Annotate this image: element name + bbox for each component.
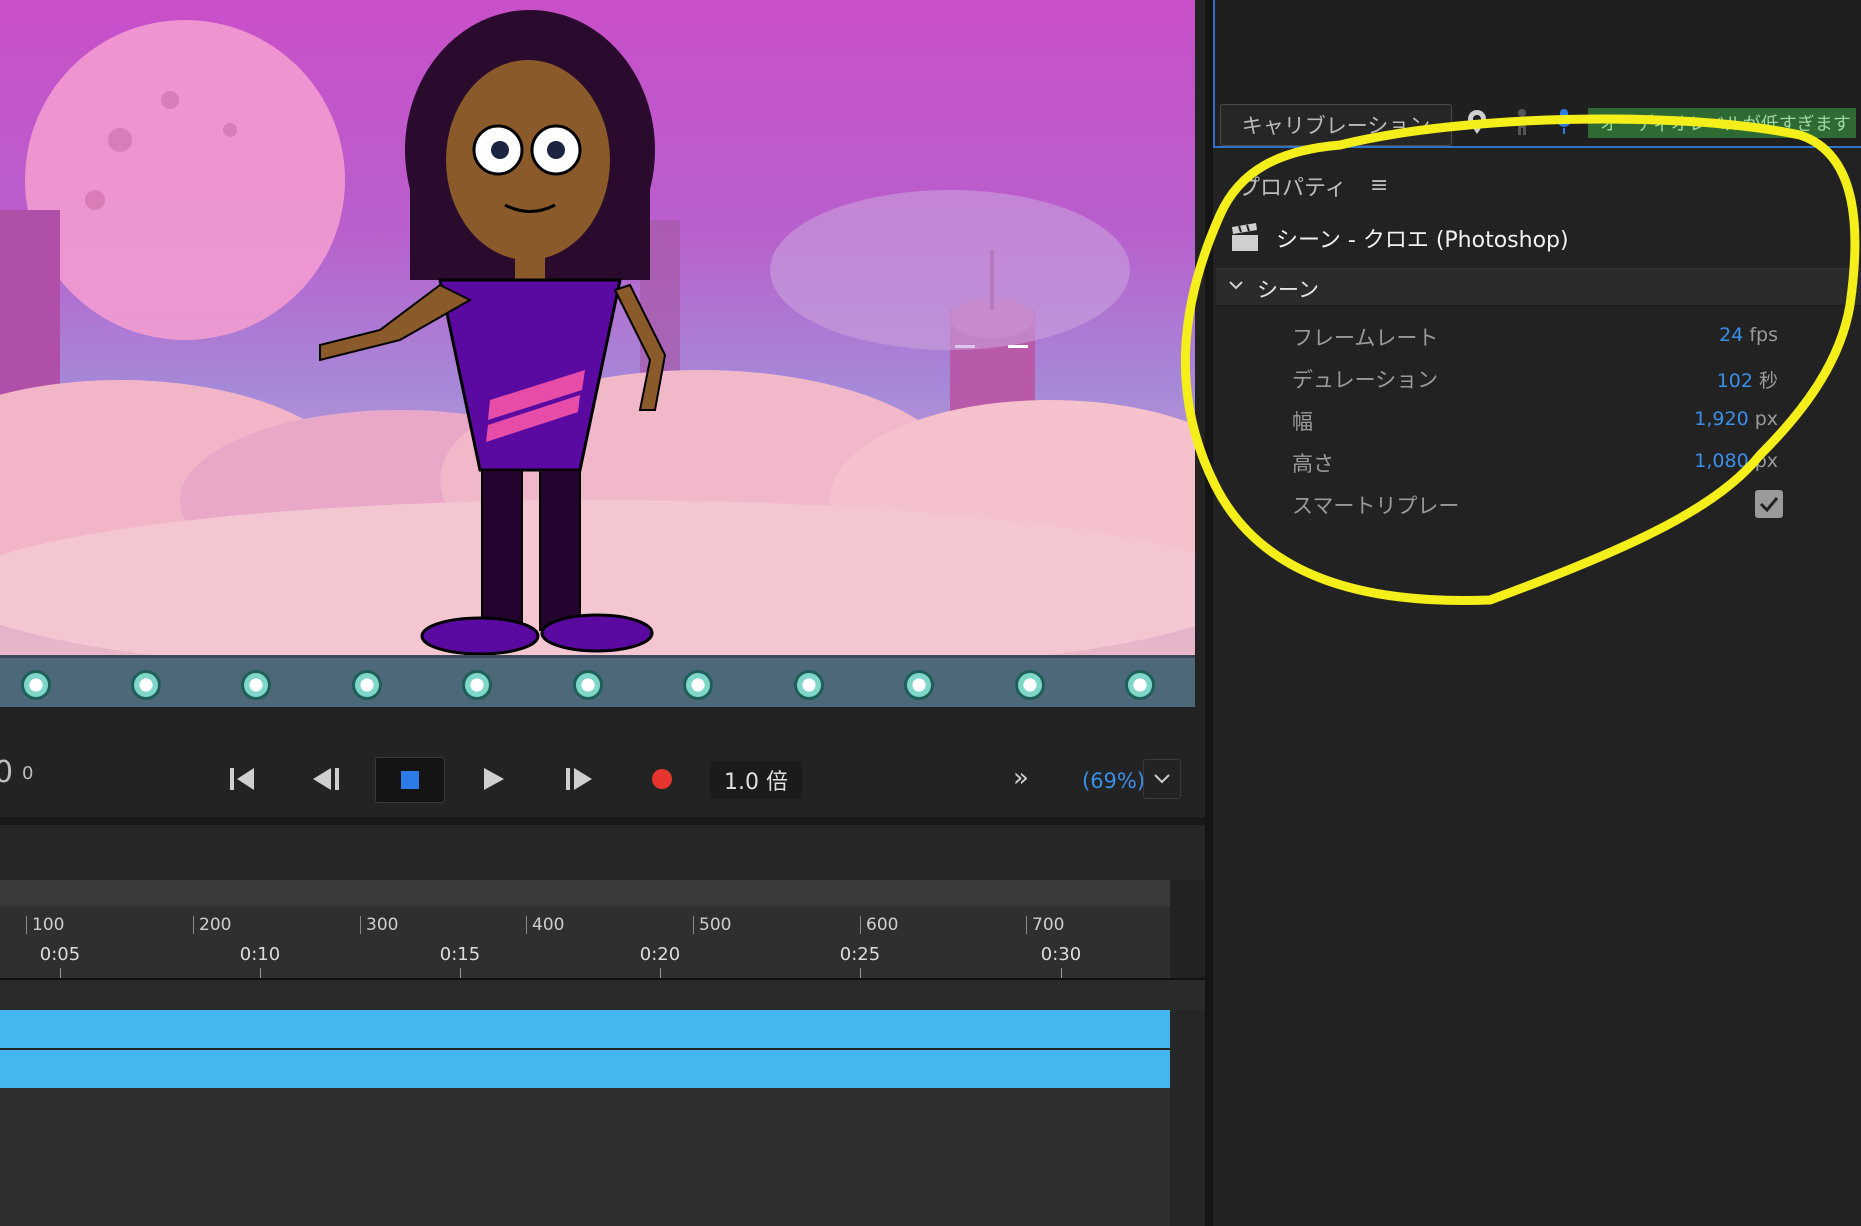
frame-tick: 300 [360,916,398,934]
floor-light [21,670,51,700]
width-value[interactable]: 1,920 px [1694,408,1778,430]
tick-mark [1061,968,1062,978]
time-tick: 0:05 [39,944,81,965]
width-number[interactable]: 1,920 [1694,408,1748,430]
floor-light [1125,670,1155,700]
zoom-dropdown[interactable] [1143,759,1181,799]
transport-bar: 0 0 1.0 倍 » (69%) [0,707,1205,817]
floor-light [131,670,161,700]
time-tick: 0:25 [839,944,881,965]
go-to-start-button[interactable] [225,756,261,802]
floor-light [241,670,271,700]
step-forward-button[interactable] [562,756,598,802]
record-icon [652,769,672,789]
panel-divider[interactable] [1205,0,1213,1226]
floor-light [904,670,934,700]
height-value[interactable]: 1,080 px [1694,450,1778,472]
checkmark-icon [1759,497,1779,512]
height-label: 高さ [1292,452,1334,476]
floor-light [352,670,382,700]
stage-floor [0,655,1195,707]
scene-title-row: シーン - クロエ (Photoshop) [1230,222,1569,254]
smart-replay-checkbox[interactable] [1755,490,1783,518]
microphone-button[interactable] [1550,108,1578,136]
chevron-down-icon[interactable] [1227,276,1245,294]
time-tick: 0:30 [1040,944,1082,965]
tick-mark [660,968,661,978]
pin-icon [1468,110,1486,134]
frame-tick: 400 [526,916,564,934]
frame-tick: 700 [1026,916,1064,934]
frame-prefix: 0 [0,755,14,790]
frame-rate-number[interactable]: 24 [1719,324,1743,346]
go-to-start-icon [230,768,254,790]
frame-number[interactable]: 0 [22,763,33,784]
tick-mark [460,968,461,978]
frame-rate-value[interactable]: 24 fps [1719,324,1778,346]
chevron-down-icon [1154,774,1170,784]
play-icon [484,768,504,790]
playback-speed[interactable]: 1.0 倍 [710,761,802,799]
scene-stage [0,0,1195,655]
zoom-level[interactable]: (69%) [1082,769,1145,793]
timeline-track-bar[interactable] [0,1050,1170,1088]
duration-label: デュレーション [1292,368,1439,392]
width-label: 幅 [1292,410,1313,434]
frame-tick: 600 [860,916,898,934]
stage-artwork [0,10,1195,655]
floor-light [462,670,492,700]
frame-rate-unit: fps [1749,324,1778,346]
step-back-button[interactable] [309,756,345,802]
floor-light [1015,670,1045,700]
frame-tick: 200 [193,916,231,934]
frame-tick: 500 [693,916,731,934]
timeline-header [0,825,1205,880]
properties-header: プロパティ [1238,176,1347,201]
floor-light [794,670,824,700]
skip-frames-toggle[interactable]: » [1013,763,1029,793]
body-tracking-button[interactable] [1508,108,1536,136]
time-tick: 0:10 [239,944,281,965]
frame-tick: 100 [26,916,64,934]
calibration-button[interactable]: キャリブレーション [1220,104,1452,146]
ruler-ticks: 100 200 300 400 500 600 700 0:05 0:10 0:… [0,880,1170,978]
step-forward-icon [566,768,592,790]
microphone-icon [1556,109,1572,134]
timeline-track-bar[interactable] [0,1010,1170,1048]
height-number[interactable]: 1,080 [1694,450,1748,472]
person-icon [1518,109,1526,135]
record-button[interactable] [650,756,674,802]
audio-level-warning: オーディオレベルが低すぎます [1588,108,1856,138]
time-tick: 0:15 [439,944,481,965]
width-unit: px [1754,408,1778,430]
tick-mark [60,968,61,978]
scene-section-label: シーン [1257,278,1319,302]
step-back-icon [313,768,339,790]
play-button[interactable] [478,756,510,802]
stop-button[interactable] [375,757,445,803]
track-gap [0,980,1205,1010]
timeline-separator [0,817,1205,825]
stop-icon [401,771,419,789]
tick-mark [260,968,261,978]
clapperboard-icon [1232,223,1258,251]
height-unit: px [1754,450,1778,472]
smart-replay-label: スマートリプレー [1292,494,1460,518]
timeline-track-area[interactable] [0,1088,1170,1226]
duration-unit: 秒 [1758,370,1778,392]
floor-light [683,670,713,700]
frame-rate-label: フレームレート [1292,326,1439,350]
duration-number[interactable]: 102 [1717,370,1753,392]
time-tick: 0:20 [639,944,681,965]
properties-menu-button[interactable]: ≡ [1370,173,1388,198]
pin-button[interactable] [1463,108,1491,136]
scene-title: シーン - クロエ (Photoshop) [1276,228,1569,253]
floor-light [573,670,603,700]
timeline-scroll-gutter [1170,1010,1205,1226]
duration-value[interactable]: 102 秒 [1717,366,1778,393]
tick-mark [860,968,861,978]
